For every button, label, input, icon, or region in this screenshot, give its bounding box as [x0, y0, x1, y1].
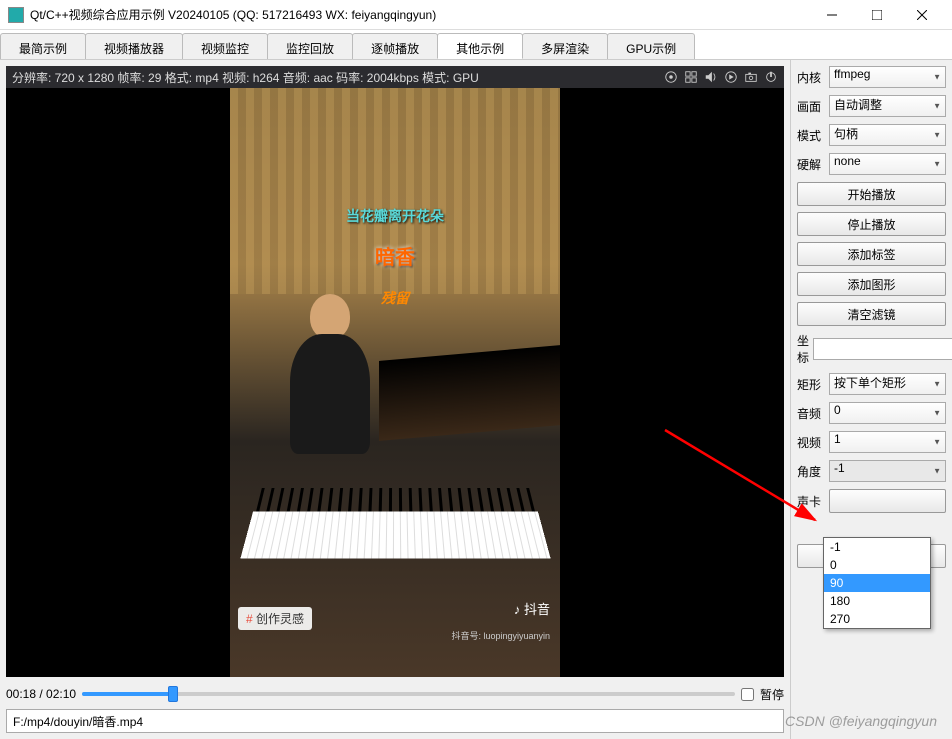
- angle-dropdown-list[interactable]: -1 0 90 180 270: [823, 537, 931, 629]
- right-panel: 内核 ffmpeg▼ 画面 自动调整▼ 模式 句柄▼ 硬解 none▼ 开始播放…: [790, 60, 952, 739]
- hw-label: 硬解: [797, 156, 825, 173]
- tab-gpu[interactable]: GPU示例: [607, 33, 695, 59]
- angle-option-90[interactable]: 90: [824, 574, 930, 592]
- annotation-arrow-icon: [660, 425, 830, 535]
- start-play-button[interactable]: 开始播放: [797, 182, 946, 206]
- osd-icon-group: [664, 70, 778, 84]
- title-bar: Qt/C++视频综合应用示例 V20240105 (QQ: 517216493 …: [0, 0, 952, 30]
- power-icon[interactable]: [764, 70, 778, 84]
- angle-option-0[interactable]: 0: [824, 556, 930, 574]
- douyin-id: 抖音号: luopingyiyuanyin: [451, 629, 550, 642]
- tab-simple[interactable]: 最简示例: [0, 33, 86, 59]
- core-label: 内核: [797, 69, 825, 86]
- angle-option-180[interactable]: 180: [824, 592, 930, 610]
- pause-label: 暂停: [760, 686, 784, 703]
- pause-checkbox[interactable]: [741, 688, 754, 701]
- grid-icon[interactable]: [684, 70, 698, 84]
- video-content: 当花瓣离开花朵 暗香 残留 # 创作灵感 ♪ 抖音 抖音号: luopingyi…: [230, 88, 560, 677]
- video-info-text: 分辨率: 720 x 1280 帧率: 29 格式: mp4 视频: h264 …: [12, 69, 664, 86]
- tab-monitor[interactable]: 视频监控: [182, 33, 268, 59]
- screen-label: 画面: [797, 98, 825, 115]
- overlay-tag: # 创作灵感: [238, 607, 312, 630]
- mode-label: 模式: [797, 127, 825, 144]
- coord-input[interactable]: [813, 338, 952, 360]
- add-shape-button[interactable]: 添加图形: [797, 272, 946, 296]
- rect-select[interactable]: 按下单个矩形▼: [829, 373, 946, 395]
- audio-label: 音频: [797, 405, 825, 422]
- window-controls: [809, 1, 944, 29]
- tab-bar: 最简示例 视频播放器 视频监控 监控回放 逐帧播放 其他示例 多屏渲染 GPU示…: [0, 30, 952, 60]
- main-area: 分辨率: 720 x 1280 帧率: 29 格式: mp4 视频: h264 …: [0, 60, 952, 739]
- file-path-input[interactable]: [6, 709, 784, 733]
- tab-player[interactable]: 视频播放器: [85, 33, 183, 59]
- video-frame[interactable]: 当花瓣离开花朵 暗香 残留 # 创作灵感 ♪ 抖音 抖音号: luopingyi…: [6, 88, 784, 677]
- minimize-button[interactable]: [809, 1, 854, 29]
- overlay-lyric-3: 残留: [230, 288, 560, 308]
- card-button-left[interactable]: [829, 489, 946, 513]
- tab-multiscreen[interactable]: 多屏渲染: [522, 33, 608, 59]
- angle-option-270[interactable]: 270: [824, 610, 930, 628]
- play-circle-icon[interactable]: [724, 70, 738, 84]
- time-display: 00:18 / 02:10: [6, 687, 76, 701]
- video-info-bar: 分辨率: 720 x 1280 帧率: 29 格式: mp4 视频: h264 …: [6, 66, 784, 88]
- clear-filter-button[interactable]: 清空滤镜: [797, 302, 946, 326]
- disc-icon[interactable]: [664, 70, 678, 84]
- overlay-lyric-1: 当花瓣离开花朵: [230, 206, 560, 226]
- core-select[interactable]: ffmpeg▼: [829, 66, 946, 88]
- overlay-lyric-2: 暗香: [230, 241, 560, 270]
- coord-label: 坐标: [797, 332, 809, 366]
- camera-icon[interactable]: [744, 70, 758, 84]
- app-icon: [8, 7, 24, 23]
- tab-frame[interactable]: 逐帧播放: [352, 33, 438, 59]
- progress-slider[interactable]: [82, 692, 735, 696]
- close-button[interactable]: [899, 1, 944, 29]
- add-label-button[interactable]: 添加标签: [797, 242, 946, 266]
- window-title: Qt/C++视频综合应用示例 V20240105 (QQ: 517216493 …: [30, 6, 809, 23]
- stop-play-button[interactable]: 停止播放: [797, 212, 946, 236]
- hw-select[interactable]: none▼: [829, 153, 946, 175]
- angle-option-neg1[interactable]: -1: [824, 538, 930, 556]
- screen-select[interactable]: 自动调整▼: [829, 95, 946, 117]
- angle-select[interactable]: -1▼: [829, 460, 946, 482]
- rect-label: 矩形: [797, 376, 825, 393]
- tab-replay[interactable]: 监控回放: [267, 33, 353, 59]
- video-select[interactable]: 1▼: [829, 431, 946, 453]
- tab-other[interactable]: 其他示例: [437, 33, 523, 59]
- video-container: 分辨率: 720 x 1280 帧率: 29 格式: mp4 视频: h264 …: [6, 66, 784, 677]
- audio-select[interactable]: 0▼: [829, 402, 946, 424]
- mode-select[interactable]: 句柄▼: [829, 124, 946, 146]
- douyin-logo: ♪ 抖音: [514, 599, 550, 618]
- playback-controls: 00:18 / 02:10 暂停: [6, 683, 784, 705]
- maximize-button[interactable]: [854, 1, 899, 29]
- volume-icon[interactable]: [704, 70, 718, 84]
- left-panel: 分辨率: 720 x 1280 帧率: 29 格式: mp4 视频: h264 …: [0, 60, 790, 739]
